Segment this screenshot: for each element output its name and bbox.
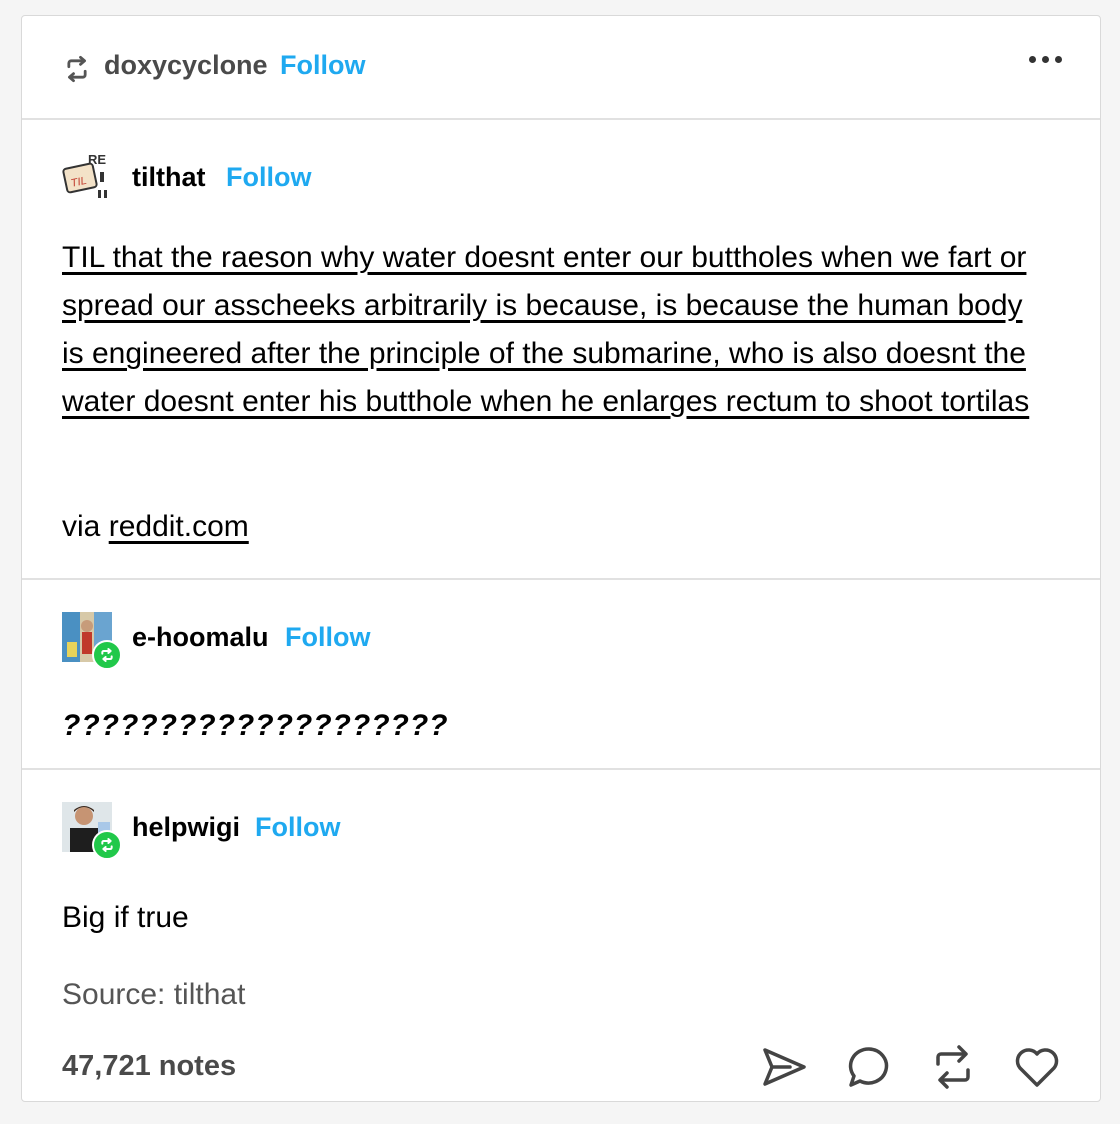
avatar[interactable] — [62, 802, 122, 860]
via-prefix: via — [62, 510, 101, 543]
reblog-entry: e-hoomalu Follow ???????????????????? — [22, 580, 1100, 770]
reblog-badge-icon — [92, 830, 122, 860]
post-header: doxycyclone Follow — [22, 16, 1100, 120]
post-body: Big if true — [62, 901, 189, 934]
heart-icon[interactable] — [1012, 1042, 1062, 1092]
via-line: via reddit.com — [62, 510, 249, 544]
send-icon[interactable] — [760, 1042, 810, 1092]
post-body: ???????????????????? — [62, 709, 449, 742]
post-card: doxycyclone Follow TIL RE tilthat Follow… — [21, 15, 1101, 1102]
reply-icon[interactable] — [844, 1042, 894, 1092]
svg-text:RE: RE — [88, 152, 106, 167]
post-body-link[interactable]: TIL that the raeson why water doesnt ent… — [62, 234, 1052, 426]
reblog-icon — [67, 55, 87, 83]
reblog-badge-icon — [92, 640, 122, 670]
via-link[interactable]: reddit.com — [109, 510, 249, 543]
follow-button[interactable]: Follow — [226, 162, 311, 193]
username[interactable]: helpwigi — [132, 812, 240, 843]
more-options-icon[interactable] — [1029, 56, 1062, 63]
avatar[interactable] — [62, 612, 122, 670]
reblog-entry: TIL RE tilthat Follow TIL that the raeso… — [22, 120, 1100, 580]
username[interactable]: tilthat — [132, 162, 206, 193]
post-actions — [760, 1042, 1062, 1092]
username[interactable]: e-hoomalu — [132, 622, 269, 653]
follow-button[interactable]: Follow — [280, 50, 365, 81]
reblogger-username[interactable]: doxycyclone — [104, 50, 268, 81]
follow-button[interactable]: Follow — [255, 812, 340, 843]
follow-button[interactable]: Follow — [285, 622, 370, 653]
til-logo-icon: TIL RE — [62, 152, 112, 202]
source-line[interactable]: Source: tilthat — [62, 978, 245, 1012]
reblog-entry: helpwigi Follow Big if true Source: tilt… — [22, 770, 1100, 1103]
avatar[interactable]: TIL RE — [62, 152, 112, 202]
notes-count[interactable]: 47,721 notes — [62, 1050, 236, 1083]
reblog-icon[interactable] — [928, 1042, 978, 1092]
